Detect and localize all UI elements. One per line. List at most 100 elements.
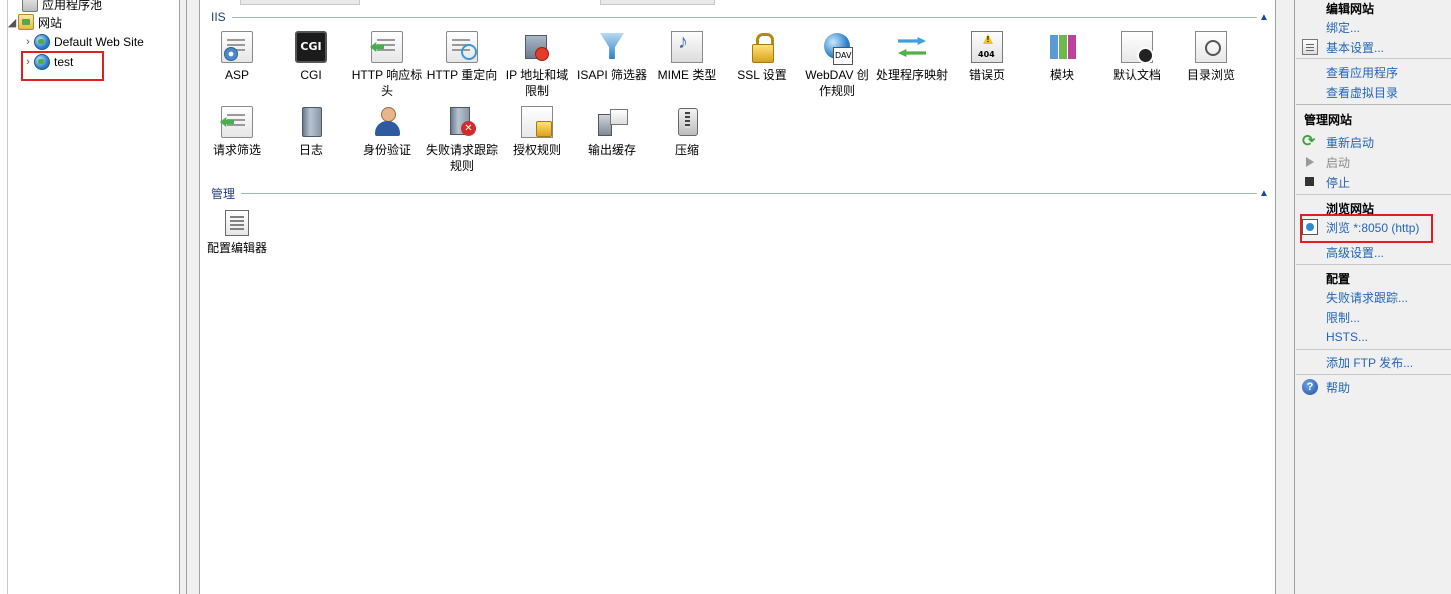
collapsed-arrow-icon[interactable]: › [22, 36, 34, 48]
logging-icon [295, 106, 327, 138]
feature-configuration-editor[interactable]: 配置编辑器 [200, 207, 274, 256]
feature-mime-types[interactable]: MIME 类型 [650, 31, 724, 83]
collapse-caret-icon[interactable]: ▲ [1257, 188, 1271, 199]
output-caching-icon [596, 106, 628, 138]
expanded-arrow-icon[interactable]: ◢ [6, 16, 18, 29]
handler-mappings-icon [896, 31, 928, 63]
ip-restrictions-icon [521, 31, 553, 63]
feature-error-pages[interactable]: 错误页 [950, 31, 1024, 83]
section-configure: 配置 [1326, 272, 1351, 286]
group-title: IIS [211, 10, 226, 24]
splitter-line [186, 0, 187, 594]
tree-node-app-pools[interactable]: 应用程序池 [10, 0, 102, 13]
default-document-icon [1121, 31, 1154, 64]
feature-output-caching[interactable]: 输出缓存 [575, 106, 649, 158]
feature-isapi-filters[interactable]: ISAPI 筛选器 [575, 31, 649, 83]
help-icon [1302, 379, 1318, 395]
ssl-lock-icon [746, 31, 778, 63]
feature-logging[interactable]: 日志 [274, 106, 348, 158]
tree-node-sites[interactable]: ◢ 网站 [6, 13, 62, 31]
failed-request-tracing-icon [446, 106, 478, 138]
action-advanced-settings[interactable]: 高级设置... [1326, 243, 1384, 261]
group-rule [241, 193, 1257, 194]
separator [1296, 349, 1451, 350]
tree-node-default-web-site[interactable]: › Default Web Site [22, 33, 144, 51]
splitter[interactable] [181, 0, 199, 594]
action-stop[interactable]: 停止 [1302, 173, 1350, 191]
sites-folder-icon [18, 14, 34, 30]
cgi-icon: CGI [295, 31, 327, 63]
authorization-rules-icon [521, 106, 553, 138]
feature-asp[interactable]: ASP [200, 31, 274, 83]
feature-modules[interactable]: 模块 [1025, 31, 1099, 83]
stop-icon [1302, 174, 1318, 190]
mime-types-icon [671, 31, 703, 63]
highlight-box-browse [1300, 214, 1433, 243]
feature-handler-mappings[interactable]: 处理程序映射 [875, 31, 949, 83]
section-edit-site: 编辑网站 [1326, 2, 1375, 16]
request-filtering-icon [221, 106, 253, 138]
http-response-headers-icon [371, 31, 403, 63]
feature-request-filtering[interactable]: 请求筛选 [200, 106, 274, 158]
action-limits[interactable]: 限制... [1326, 308, 1360, 326]
top-tab-strip [600, 0, 715, 5]
separator [1296, 374, 1451, 375]
feature-authentication[interactable]: 身份验证 [350, 106, 424, 158]
section-manage-site: 管理网站 [1304, 113, 1353, 127]
separator [1296, 264, 1451, 265]
action-add-ftp[interactable]: 添加 FTP 发布... [1326, 353, 1413, 371]
group-header-manage[interactable]: 管理 ▲ [211, 185, 1271, 201]
action-start[interactable]: 启动 [1302, 153, 1350, 171]
asp-icon [221, 31, 253, 63]
action-bindings[interactable]: 绑定... [1326, 18, 1360, 36]
features-view: IIS ▲ ASP CGI CGI HTTP 响应标头 HTTP 重定向 IP … [199, 0, 1276, 594]
authentication-icon [371, 106, 403, 138]
feature-failed-request-tracing[interactable]: 失败请求跟踪规则 [425, 106, 499, 174]
separator [1296, 58, 1451, 59]
app-pool-icon [22, 0, 38, 12]
isapi-filters-icon [596, 31, 628, 63]
highlight-box-test [21, 51, 104, 81]
feature-ssl-settings[interactable]: SSL 设置 [725, 31, 799, 83]
feature-ip-restrictions[interactable]: IP 地址和域限制 [500, 31, 574, 99]
iis-manager-window: 应用程序池 ◢ 网站 › Default Web Site › test IIS… [0, 0, 1451, 594]
properties-icon [1302, 39, 1318, 55]
feature-http-redirect[interactable]: HTTP 重定向 [425, 31, 499, 83]
actions-panel: 编辑网站 绑定... 基本设置... 查看应用程序 查看虚拟目录 管理网站 重新… [1296, 0, 1451, 594]
tree-node-label: 网站 [38, 15, 63, 30]
restart-icon [1302, 131, 1318, 151]
tree-node-label: Default Web Site [54, 35, 144, 49]
group-header-iis[interactable]: IIS ▲ [211, 9, 1271, 25]
feature-http-response-headers[interactable]: HTTP 响应标头 [350, 31, 424, 99]
action-restart[interactable]: 重新启动 [1302, 131, 1374, 151]
globe-icon [34, 34, 50, 50]
webdav-icon [821, 31, 854, 65]
action-basic-settings[interactable]: 基本设置... [1302, 38, 1384, 56]
feature-directory-browsing[interactable]: 目录浏览 [1174, 31, 1248, 83]
features-scroll-area[interactable] [1277, 0, 1295, 594]
modules-icon [1046, 31, 1078, 63]
feature-cgi[interactable]: CGI CGI [274, 31, 348, 83]
group-title: 管理 [211, 186, 236, 201]
feature-compression[interactable]: 压缩 [650, 106, 724, 158]
action-hsts[interactable]: HSTS... [1326, 328, 1368, 346]
connections-tree[interactable]: 应用程序池 ◢ 网站 › Default Web Site › test [0, 0, 180, 594]
compression-icon [671, 106, 703, 138]
feature-default-document[interactable]: 默认文档 [1100, 31, 1174, 83]
start-icon [1302, 154, 1318, 170]
action-failed-request-tracing[interactable]: 失败请求跟踪... [1326, 288, 1408, 306]
tree-guide-line [7, 0, 8, 594]
error-pages-icon [971, 31, 1003, 63]
group-rule [231, 17, 1257, 18]
http-redirect-icon [446, 31, 478, 63]
separator [1296, 104, 1451, 105]
tree-node-label: 应用程序池 [42, 0, 103, 12]
action-view-virtual-dirs[interactable]: 查看虚拟目录 [1326, 83, 1398, 101]
top-tab-strip [240, 0, 360, 5]
action-view-applications[interactable]: 查看应用程序 [1326, 63, 1398, 81]
action-help[interactable]: 帮助 [1302, 378, 1350, 396]
feature-authorization-rules[interactable]: 授权规则 [500, 106, 574, 158]
directory-browsing-icon [1195, 31, 1227, 63]
feature-webdav[interactable]: WebDAV 创作规则 [800, 31, 874, 99]
collapse-caret-icon[interactable]: ▲ [1257, 12, 1271, 23]
